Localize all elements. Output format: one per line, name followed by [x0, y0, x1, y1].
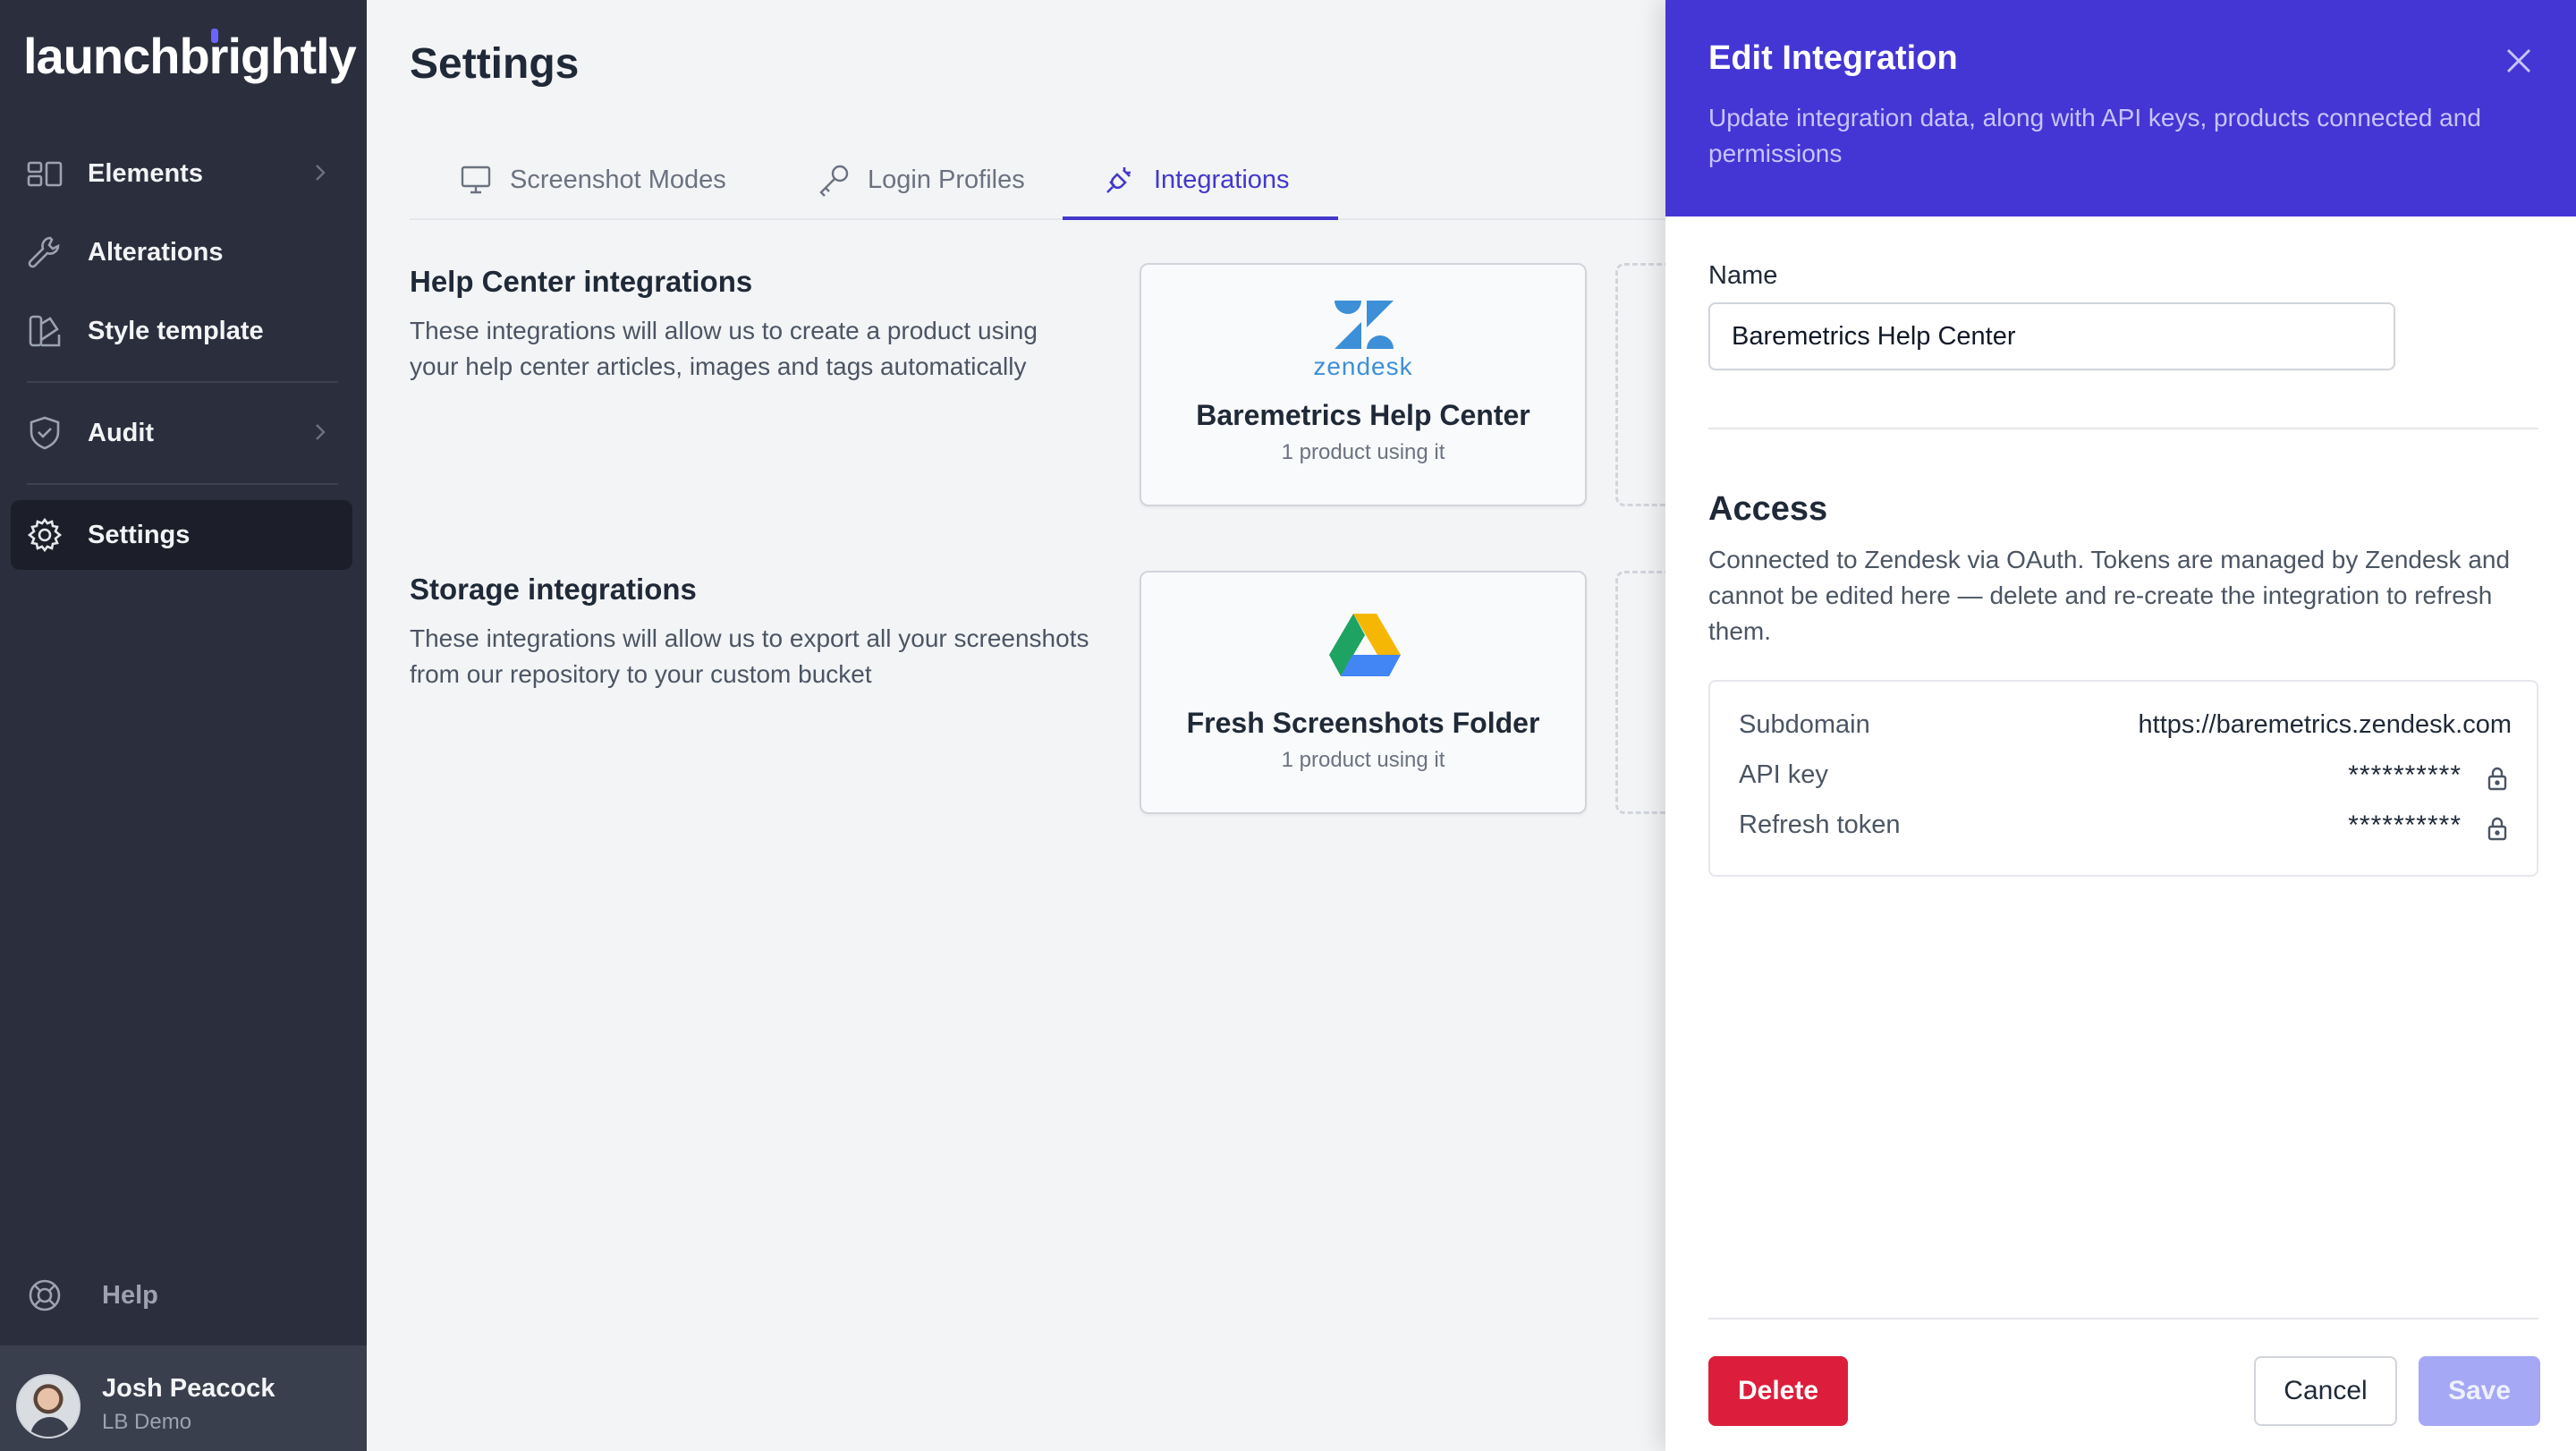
save-button[interactable]: Save	[2419, 1356, 2540, 1426]
credential-key: API key	[1739, 760, 1828, 789]
panel-title: Edit Integration	[1708, 39, 1958, 77]
chevron-right-icon	[316, 165, 326, 181]
sidebar-item-label: Audit	[88, 418, 155, 447]
monitor-icon	[461, 165, 491, 194]
launchbrightly-logo[interactable]: launchbrightly	[23, 27, 357, 85]
card-title: Baremetrics Help Center	[1196, 399, 1530, 431]
logo-accent	[211, 29, 218, 43]
sidebar-divider	[27, 483, 338, 485]
credential-key: Refresh token	[1739, 810, 1901, 839]
delete-button[interactable]: Delete	[1708, 1356, 1848, 1426]
section-desc-storage: These integrations will allow us to expo…	[410, 624, 1089, 688]
tab-login-profiles[interactable]: Login Profiles	[816, 140, 1025, 220]
card-subtitle: 1 product using it	[1281, 748, 1445, 772]
sidebar-item-audit[interactable]: Audit	[11, 398, 352, 468]
tab-label: Login Profiles	[868, 165, 1025, 194]
credential-key: Subdomain	[1739, 710, 1870, 739]
access-description: Connected to Zendesk via OAuth. Tokens a…	[1708, 546, 2511, 645]
wrench-icon	[28, 236, 60, 268]
section-title-storage: Storage integrations	[410, 573, 697, 606]
tab-label: Integrations	[1154, 165, 1290, 194]
credential-row-refresh-token: Refresh token **********	[1739, 810, 2512, 846]
lock-icon	[2487, 767, 2507, 791]
integration-card-fresh-screenshots[interactable]: Fresh Screenshots Folder 1 product using…	[1140, 571, 1587, 814]
sidebar-divider	[27, 381, 338, 383]
sidebar-item-help[interactable]: Help	[11, 1261, 352, 1329]
active-tab-indicator	[1063, 216, 1338, 220]
tab-integrations[interactable]: Integrations	[1102, 140, 1290, 220]
key-icon	[819, 165, 849, 197]
help-label: Help	[102, 1281, 158, 1310]
cancel-button[interactable]: Cancel	[2254, 1356, 2397, 1426]
sidebar: launchbrightly Elements Alterations Styl…	[0, 0, 367, 1451]
edit-integration-panel: Edit Integration Update integration data…	[1665, 0, 2576, 1451]
sidebar-item-style-template[interactable]: Style template	[11, 296, 352, 366]
settings-tabs: Screenshot Modes Login Profiles Integrat…	[410, 140, 1680, 220]
plug-icon	[1106, 167, 1131, 193]
card-title: Fresh Screenshots Folder	[1186, 707, 1540, 739]
logo-text: launchbrightly	[23, 28, 357, 84]
divider	[1708, 428, 2538, 429]
sidebar-item-label: Settings	[88, 520, 191, 549]
section-title-help-center: Help Center integrations	[410, 265, 753, 298]
access-title: Access	[1708, 490, 1828, 528]
zendesk-logo-text: zendesk	[1313, 352, 1413, 380]
card-subtitle: 1 product using it	[1281, 440, 1445, 464]
user-org: LB Demo	[102, 1410, 192, 1434]
zendesk-logo-icon	[1335, 301, 1394, 349]
panel-header: Edit Integration Update integration data…	[1665, 0, 2576, 216]
integration-card-baremetrics[interactable]: zendesk Baremetrics Help Center 1 produc…	[1140, 263, 1587, 506]
user-menu[interactable]: Josh Peacock LB Demo	[0, 1345, 367, 1451]
credential-value: https://baremetrics.zendesk.com	[2138, 710, 2512, 739]
panel-subtitle: Update integration data, along with API …	[1708, 104, 2481, 167]
credential-row-api-key: API key **********	[1739, 760, 2512, 796]
sidebar-item-settings[interactable]: Settings	[11, 500, 352, 570]
sidebar-item-label: Alterations	[88, 237, 224, 267]
section-desc-help-center: These integrations will allow us to crea…	[410, 317, 1038, 380]
sidebar-item-label: Elements	[88, 158, 203, 188]
close-icon[interactable]	[2497, 39, 2540, 82]
avatar	[16, 1374, 80, 1438]
sidebar-item-label: Style template	[88, 316, 264, 345]
tab-screenshot-modes[interactable]: Screenshot Modes	[458, 140, 726, 220]
main-content: Settings Screenshot Modes Login Profiles…	[367, 0, 1723, 1451]
lifebuoy-icon	[29, 1279, 61, 1311]
google-drive-icon	[1329, 614, 1401, 676]
credential-value: **********	[2348, 760, 2462, 790]
sidebar-item-alterations[interactable]: Alterations	[11, 217, 352, 287]
elements-icon	[27, 161, 63, 187]
credential-value: **********	[2348, 810, 2462, 840]
shield-check-icon	[30, 416, 60, 450]
credentials-box: Subdomain https://baremetrics.zendesk.co…	[1708, 680, 2538, 877]
credential-row-subdomain: Subdomain https://baremetrics.zendesk.co…	[1739, 710, 2512, 746]
gear-icon	[27, 517, 63, 553]
name-label: Name	[1708, 261, 1778, 290]
chevron-right-icon	[316, 424, 326, 440]
page-title: Settings	[410, 40, 580, 88]
footer-divider	[1708, 1318, 2538, 1319]
tab-label: Screenshot Modes	[510, 165, 726, 194]
sidebar-item-elements[interactable]: Elements	[11, 139, 352, 208]
name-input[interactable]	[1708, 302, 2395, 370]
lock-icon	[2487, 817, 2507, 841]
swatch-icon	[29, 315, 61, 347]
user-name: Josh Peacock	[102, 1374, 275, 1403]
